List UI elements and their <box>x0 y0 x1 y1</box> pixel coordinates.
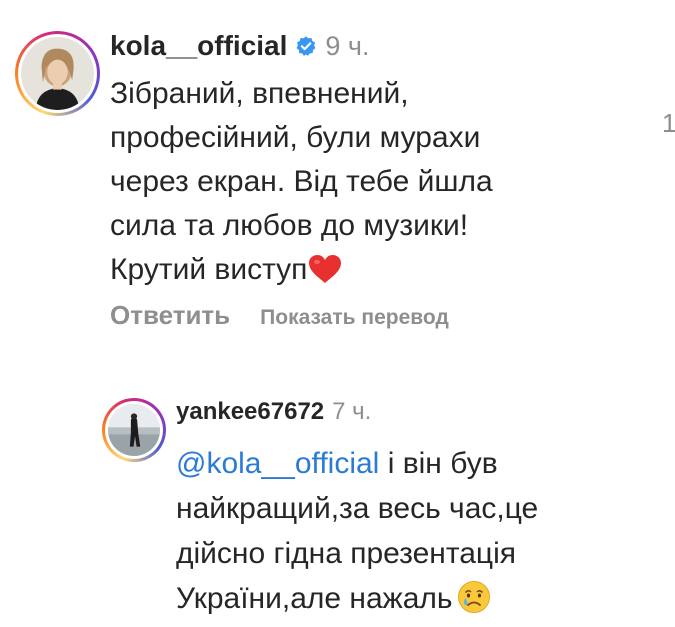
comment-line: через екран. Від тебе йшла <box>110 165 493 198</box>
verified-badge-icon <box>295 35 317 57</box>
username[interactable]: kola__official <box>110 30 287 62</box>
comment-line-last: Крутий виступ <box>110 248 590 292</box>
username[interactable]: yankee67672 <box>176 398 324 426</box>
comment-line: професійний, були мурахи <box>110 121 481 154</box>
comment-line-last: України,але нажаль <box>176 576 646 621</box>
comment-actions: Ответить Показать перевод <box>110 300 449 331</box>
comment-line-first: @kola__official і він був <box>176 441 646 486</box>
comment-line: України,але нажаль <box>176 582 453 615</box>
comment-line: Зібраний, впевнений, <box>110 77 409 110</box>
comment-line: найкращий,за весь час,це <box>176 492 539 525</box>
comment-header: yankee67672 7 ч. <box>176 395 371 429</box>
reply-button[interactable]: Ответить <box>110 300 230 331</box>
avatar-photo <box>108 404 160 456</box>
comment-header: kola__official 9 ч. <box>110 26 370 66</box>
comment-body: Зібраний, впевнений, професійний, були м… <box>110 72 590 292</box>
comment-line: Крутий виступ <box>110 253 308 286</box>
comment-body: @kola__official і він був найкращий,за в… <box>176 441 646 621</box>
like-count: 1 <box>662 108 675 138</box>
mention-link[interactable]: @kola__official <box>176 447 379 480</box>
comments-thread: kola__official 9 ч. Зібраний, впевнений,… <box>0 0 675 627</box>
comment-time: 7 ч. <box>332 398 372 425</box>
red-heart-icon <box>308 254 342 284</box>
comment-line: і він був <box>387 447 498 480</box>
avatar-photo <box>21 37 94 110</box>
avatar[interactable] <box>15 31 100 116</box>
comment-line: сила та любов до музики! <box>110 209 469 242</box>
comment-line: дійсно гідна презентація <box>176 537 517 570</box>
comment-time: 9 ч. <box>325 30 370 61</box>
translate-button[interactable]: Показать перевод <box>260 306 449 330</box>
avatar[interactable] <box>102 398 166 462</box>
crying-face-icon <box>457 580 491 614</box>
